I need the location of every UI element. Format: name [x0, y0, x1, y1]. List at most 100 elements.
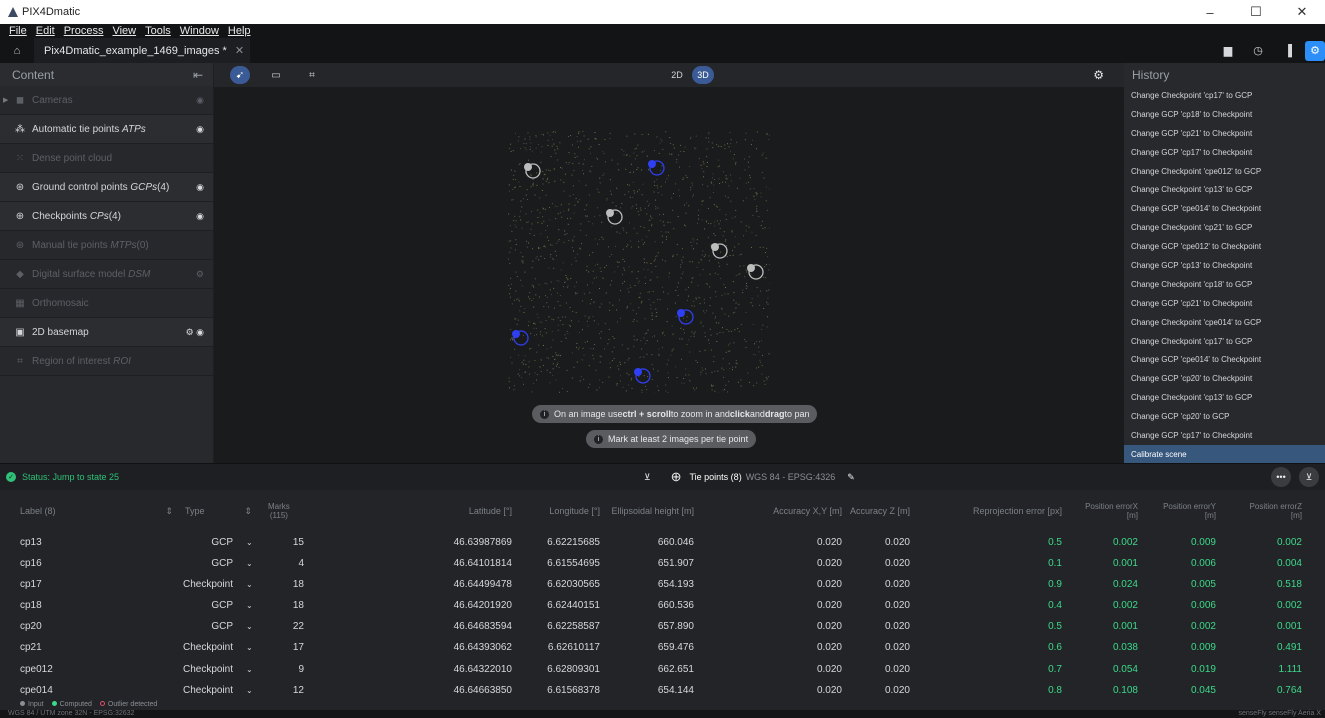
marker-dot[interactable]: [606, 209, 614, 217]
chevron-down-icon[interactable]: ⌄: [246, 595, 253, 616]
viewport-settings-icon[interactable]: ⚙: [1093, 68, 1104, 82]
layer-item[interactable]: ▶ ◼ Cameras ◉: [0, 86, 213, 115]
layer-item[interactable]: ⊕ Checkpoints CPs (4) ◉: [0, 202, 213, 231]
more-options-icon[interactable]: •••: [1271, 467, 1291, 487]
layer-item[interactable]: ⌗ Region of interest ROI: [0, 347, 213, 376]
cell-type[interactable]: GCP: [185, 553, 233, 574]
point-cloud-scene[interactable]: [508, 131, 770, 393]
chevron-down-icon[interactable]: ⌄: [246, 680, 253, 701]
collapse-panel-icon[interactable]: ⇤: [193, 68, 203, 82]
history-item[interactable]: Change GCP 'cp17' to Checkpoint: [1124, 426, 1325, 445]
history-item[interactable]: Change GCP 'cp18' to Checkpoint: [1124, 105, 1325, 124]
cell-type[interactable]: GCP: [185, 532, 233, 553]
history-item[interactable]: Calibrate scene: [1124, 444, 1325, 464]
table-row[interactable]: cp18 GCP ⌄ 18 46.64201920 6.62440151 660.536 0.…: [0, 595, 1325, 616]
history-icon[interactable]: ◷: [1245, 41, 1271, 61]
marker-dot[interactable]: [648, 160, 656, 168]
menu-window[interactable]: Window: [180, 25, 219, 37]
history-item[interactable]: Change Checkpoint 'cp17' to GCP: [1124, 86, 1325, 105]
layer-visibility-icon[interactable]: ◉: [196, 211, 204, 222]
history-item[interactable]: Change Checkpoint 'cpe014' to GCP: [1124, 313, 1325, 332]
table-row[interactable]: cp13 GCP ⌄ 15 46.63987869 6.62215685 660.046 0.…: [0, 532, 1325, 553]
table-row[interactable]: cpe012 Checkpoint ⌄ 9 46.64322010 6.62809301 6…: [0, 659, 1325, 680]
history-item[interactable]: Change GCP 'cp17' to Checkpoint: [1124, 143, 1325, 162]
col-accuracy-z[interactable]: Accuracy Z [m]: [840, 490, 910, 532]
layer-item[interactable]: ◆ Digital surface model DSM ⚙: [0, 260, 213, 289]
marker-dot[interactable]: [634, 368, 642, 376]
mode-3d-button[interactable]: 3D: [692, 66, 714, 84]
history-item[interactable]: Change GCP 'cpe012' to Checkpoint: [1124, 237, 1325, 256]
layer-item[interactable]: ⁙ Dense point cloud: [0, 144, 213, 173]
cell-type[interactable]: Checkpoint: [183, 659, 233, 680]
menu-edit[interactable]: Edit: [36, 25, 55, 37]
col-height[interactable]: Ellipsoidal height [m]: [600, 490, 694, 532]
table-row[interactable]: cp17 Checkpoint ⌄ 18 46.64499478 6.62030565 65…: [0, 574, 1325, 595]
cell-type[interactable]: Checkpoint: [183, 680, 233, 701]
col-position-z[interactable]: Position errorZ [m]: [1242, 490, 1302, 532]
history-item[interactable]: Change GCP 'cpe014' to Checkpoint: [1124, 350, 1325, 369]
table-row[interactable]: cpe014 Checkpoint ⌄ 12 46.64663850 6.61568378…: [0, 680, 1325, 701]
col-latitude[interactable]: Latitude [°]: [432, 490, 512, 532]
chevron-down-icon[interactable]: ⌄: [246, 637, 253, 658]
history-item[interactable]: Change GCP 'cp13' to Checkpoint: [1124, 256, 1325, 275]
minimize-table-icon[interactable]: ⊻: [1299, 467, 1319, 487]
close-tab-icon[interactable]: ✕: [235, 44, 244, 57]
history-item[interactable]: Change Checkpoint 'cp18' to GCP: [1124, 275, 1325, 294]
col-longitude[interactable]: Longitude [°]: [520, 490, 600, 532]
menu-help[interactable]: Help: [228, 25, 251, 37]
layer-item[interactable]: ⊛ Ground control points GCPs (4) ◉: [0, 173, 213, 202]
history-item[interactable]: Change Checkpoint 'cp17' to GCP: [1124, 332, 1325, 351]
col-label[interactable]: Label (8) ⇕: [20, 490, 173, 532]
layer-visibility-icon[interactable]: ⚙: [196, 269, 204, 280]
marker-dot[interactable]: [711, 243, 719, 251]
select-tool-icon[interactable]: ➹: [230, 66, 250, 84]
cell-type[interactable]: Checkpoint: [183, 637, 233, 658]
chevron-down-icon[interactable]: ⌄: [246, 553, 253, 574]
chevron-down-icon[interactable]: ⌄: [246, 574, 253, 595]
3d-viewport[interactable]: ➹ ▭ ⌗ 2D 3D ⚙ i On an image use ctrl + s…: [214, 63, 1124, 463]
expand-caret-icon[interactable]: ▶: [3, 96, 8, 104]
layer-visibility-icon[interactable]: ⚙ ◉: [186, 327, 204, 338]
col-position-x[interactable]: Position errorX [m]: [1082, 490, 1138, 532]
layer-visibility-icon[interactable]: ◉: [196, 124, 204, 135]
chevron-down-icon[interactable]: ⌄: [246, 659, 253, 680]
region-tool-icon[interactable]: ⌗: [302, 66, 322, 84]
stats-icon[interactable]: ▐: [1275, 41, 1301, 61]
maximize-button[interactable]: ☐: [1233, 0, 1279, 24]
history-item[interactable]: Change GCP 'cpe014' to Checkpoint: [1124, 199, 1325, 218]
history-item[interactable]: Change GCP 'cp20' to Checkpoint: [1124, 369, 1325, 388]
marker-dot[interactable]: [677, 309, 685, 317]
col-marks[interactable]: Marks (115): [268, 490, 290, 532]
marker-dot[interactable]: [524, 163, 532, 171]
history-item[interactable]: Change Checkpoint 'cpe012' to GCP: [1124, 162, 1325, 181]
cell-type[interactable]: GCP: [185, 616, 233, 637]
close-window-button[interactable]: ✕: [1279, 0, 1325, 24]
minimize-button[interactable]: –: [1187, 0, 1233, 24]
chevron-down-icon[interactable]: ⌄: [246, 616, 253, 637]
marker-dot[interactable]: [512, 330, 520, 338]
project-tab[interactable]: Pix4Dmatic_example_1469_images * ✕: [34, 38, 251, 63]
cell-type[interactable]: Checkpoint: [183, 574, 233, 595]
layer-item[interactable]: ⁂ Automatic tie points ATPs ◉: [0, 115, 213, 144]
menu-view[interactable]: View: [112, 25, 136, 37]
menu-process[interactable]: Process: [64, 25, 104, 37]
layer-item[interactable]: ▦ Orthomosaic: [0, 289, 213, 318]
marker-dot[interactable]: [747, 264, 755, 272]
col-reprojection[interactable]: Reprojection error [px]: [950, 490, 1062, 532]
history-item[interactable]: Change GCP 'cp20' to GCP: [1124, 407, 1325, 426]
home-icon[interactable]: ⌂: [0, 38, 34, 63]
layer-item[interactable]: ▣ 2D basemap ⚙ ◉: [0, 318, 213, 347]
history-item[interactable]: Change Checkpoint 'cp21' to GCP: [1124, 218, 1325, 237]
layer-visibility-icon[interactable]: ◉: [196, 182, 204, 193]
history-item[interactable]: Change Checkpoint 'cp13' to GCP: [1124, 180, 1325, 199]
settings-icon[interactable]: ⚙: [1305, 40, 1325, 61]
menu-file[interactable]: File: [9, 25, 27, 37]
table-row[interactable]: cp16 GCP ⌄ 4 46.64101814 6.61554695 651.907 0.0…: [0, 553, 1325, 574]
history-item[interactable]: Change GCP 'cp21' to Checkpoint: [1124, 124, 1325, 143]
rectangle-tool-icon[interactable]: ▭: [266, 66, 286, 84]
cell-type[interactable]: GCP: [185, 595, 233, 616]
col-type[interactable]: Type ⇕: [185, 490, 252, 532]
history-item[interactable]: Change Checkpoint 'cp13' to GCP: [1124, 388, 1325, 407]
edit-crs-icon[interactable]: ✎: [847, 472, 855, 483]
history-item[interactable]: Change GCP 'cp21' to Checkpoint: [1124, 294, 1325, 313]
